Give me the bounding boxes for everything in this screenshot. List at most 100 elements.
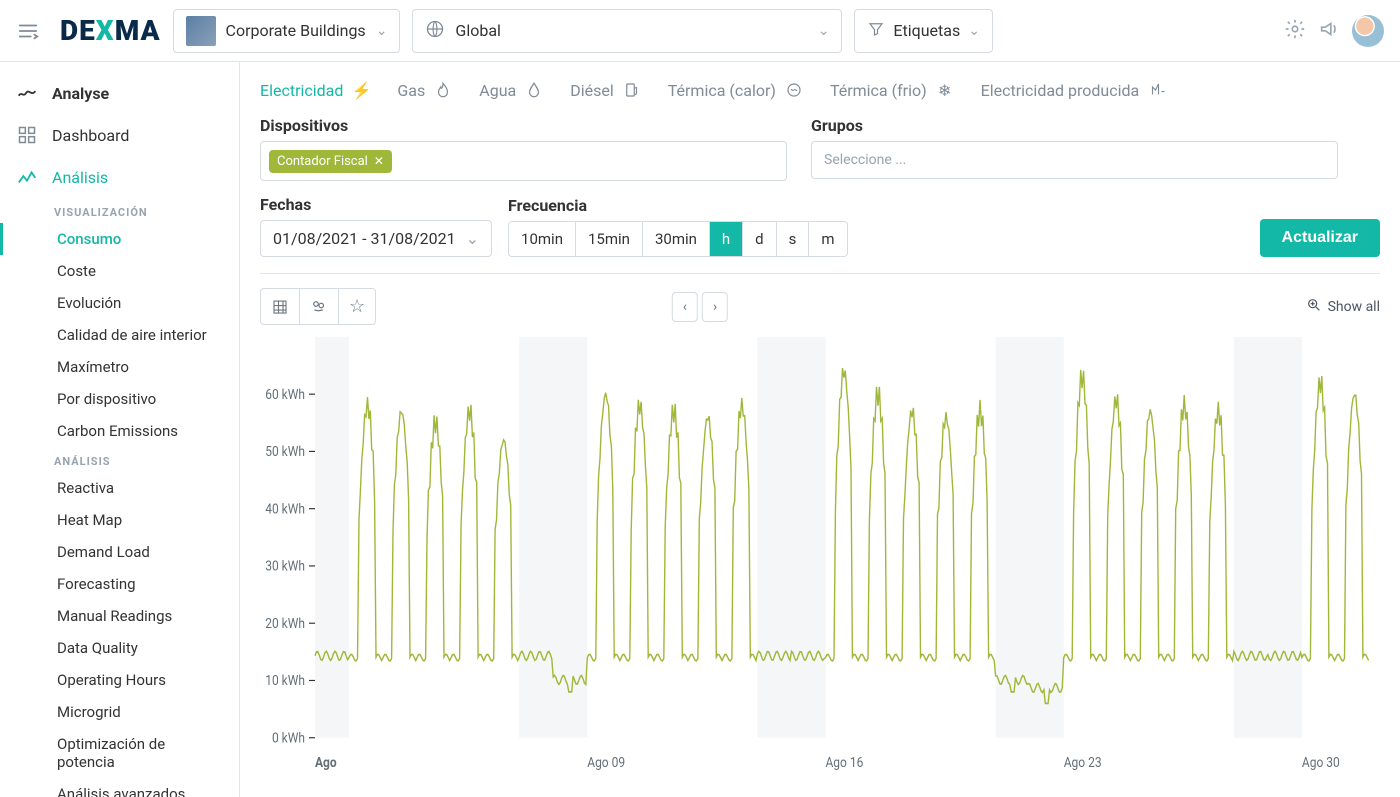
tags-label: Etiquetas	[893, 21, 960, 40]
tab-termica-calor[interactable]: Térmica (calor)	[668, 80, 804, 100]
sidebar-sub-microgrid[interactable]: Microgrid	[0, 696, 239, 728]
svg-text:Ago 09: Ago 09	[587, 755, 625, 771]
topbar: DEXMA Corporate Buildings ⌄ Global ⌄ Eti…	[0, 0, 1400, 62]
freq-s[interactable]: s	[777, 222, 810, 256]
svg-text:Ago 23: Ago 23	[1064, 755, 1102, 771]
chart-tool-group: ☆	[260, 288, 376, 325]
svg-text:30 kWh: 30 kWh	[265, 559, 305, 575]
building-label: Corporate Buildings	[226, 21, 366, 40]
share-icon[interactable]	[300, 289, 339, 324]
svg-text:Ago 16: Ago 16	[825, 755, 863, 771]
dispositivos-label: Dispositivos	[260, 116, 787, 135]
frecuencia-label: Frecuencia	[508, 196, 848, 215]
zoom-icon	[1306, 297, 1322, 317]
consumption-chart: 0 kWh10 kWh20 kWh30 kWh40 kWh50 kWh60 kW…	[260, 331, 1380, 779]
analyse-icon	[16, 82, 38, 104]
dispositivos-input[interactable]: Contador Fiscal ✕	[260, 141, 787, 181]
sidebar-sub-optimización-de-potencia[interactable]: Optimización de potencia	[0, 728, 239, 778]
svg-text:Ago: Ago	[315, 755, 337, 771]
freq-d[interactable]: d	[743, 222, 776, 256]
svg-text:60 kWh: 60 kWh	[265, 387, 305, 403]
fechas-label: Fechas	[260, 195, 492, 214]
globe-icon	[425, 19, 445, 43]
actualizar-button[interactable]: Actualizar	[1260, 219, 1380, 257]
svg-text:20 kWh: 20 kWh	[265, 616, 305, 632]
sidebar-sub-manual-readings[interactable]: Manual Readings	[0, 600, 239, 632]
building-thumb	[186, 16, 216, 46]
chart-nav: ‹ ›	[672, 292, 728, 322]
svg-text:50 kWh: 50 kWh	[265, 444, 305, 460]
menu-toggle-icon[interactable]	[16, 19, 40, 43]
ana-heading: ANÁLISIS	[0, 447, 239, 472]
freq-10min[interactable]: 10min	[509, 222, 576, 256]
grid-icon[interactable]	[261, 289, 300, 324]
content: Electricidad⚡ Gas Agua Diésel Térmica (c…	[240, 62, 1400, 797]
chevron-down-icon: ⌄	[376, 23, 388, 39]
settings-icon[interactable]	[1284, 18, 1306, 44]
chevron-down-icon: ⌄	[818, 23, 830, 39]
svg-text:Ago 30: Ago 30	[1302, 755, 1340, 771]
freq-15min[interactable]: 15min	[576, 222, 643, 256]
sidebar-analyse[interactable]: Analyse	[0, 72, 239, 114]
sidebar-sub-consumo[interactable]: Consumo	[0, 223, 239, 255]
freq-h[interactable]: h	[710, 222, 743, 256]
sidebar-sub-forecasting[interactable]: Forecasting	[0, 568, 239, 600]
tab-diesel[interactable]: Diésel	[570, 80, 642, 100]
fuel-icon	[622, 80, 642, 100]
tab-electricidad[interactable]: Electricidad⚡	[260, 80, 371, 100]
star-icon[interactable]: ☆	[339, 289, 375, 324]
drop-icon	[524, 80, 544, 100]
frequency-segmented: 10min15min30minhdsm	[508, 221, 848, 257]
sidebar-sub-heat-map[interactable]: Heat Map	[0, 504, 239, 536]
avatar[interactable]	[1352, 15, 1384, 47]
filter-icon	[867, 20, 885, 42]
chart-prev-button[interactable]: ‹	[672, 292, 698, 322]
tab-agua[interactable]: Agua	[479, 80, 544, 100]
prod-icon	[1147, 80, 1167, 100]
chevron-down-icon: ⌄	[968, 23, 980, 39]
sidebar-sub-carbon-emissions[interactable]: Carbon Emissions	[0, 415, 239, 447]
tab-termica-frio[interactable]: Térmica (frio)❄	[830, 80, 955, 100]
svg-text:0 kWh: 0 kWh	[272, 731, 305, 747]
scope-selector[interactable]: Global ⌄	[412, 9, 842, 53]
vis-heading: VISUALIZACIÓN	[0, 198, 239, 223]
freq-30min[interactable]: 30min	[643, 222, 710, 256]
chevron-down-icon: ⌄	[466, 229, 479, 248]
date-range-select[interactable]: 01/08/2021 - 31/08/2021 ⌄	[260, 220, 492, 257]
grupos-input[interactable]: Seleccione ...	[811, 141, 1338, 179]
snow-icon: ❄	[935, 80, 955, 100]
sidebar-sub-evolución[interactable]: Evolución	[0, 287, 239, 319]
logo: DEXMA	[60, 14, 161, 47]
sidebar-sub-maxímetro[interactable]: Maxímetro	[0, 351, 239, 383]
chip-close-icon[interactable]: ✕	[374, 154, 384, 168]
tags-selector[interactable]: Etiquetas ⌄	[854, 9, 993, 53]
tab-gas[interactable]: Gas	[397, 80, 453, 100]
sidebar-sub-por-dispositivo[interactable]: Por dispositivo	[0, 383, 239, 415]
scope-label: Global	[455, 21, 501, 40]
sidebar-sub-coste[interactable]: Coste	[0, 255, 239, 287]
sidebar-sub-calidad-de-aire-interior[interactable]: Calidad de aire interior	[0, 319, 239, 351]
svg-text:10 kWh: 10 kWh	[265, 673, 305, 689]
building-selector[interactable]: Corporate Buildings ⌄	[173, 9, 401, 53]
heat-icon	[784, 80, 804, 100]
show-all-button[interactable]: Show all	[1306, 297, 1380, 317]
sidebar-sub-operating-hours[interactable]: Operating Hours	[0, 664, 239, 696]
energy-tabs: Electricidad⚡ Gas Agua Diésel Térmica (c…	[260, 80, 1380, 100]
dispositivo-chip: Contador Fiscal ✕	[269, 150, 392, 173]
tab-electricidad-prod[interactable]: Electricidad producida	[981, 80, 1168, 100]
analisis-icon	[16, 166, 38, 188]
sidebar: Analyse Dashboard Análisis VISUALIZACIÓN…	[0, 62, 240, 797]
announce-icon[interactable]	[1318, 18, 1340, 44]
dashboard-icon	[16, 124, 38, 146]
grupos-label: Grupos	[811, 116, 1338, 135]
sidebar-dashboard[interactable]: Dashboard	[0, 114, 239, 156]
bolt-icon: ⚡	[351, 80, 371, 100]
sidebar-sub-análisis-avanzados[interactable]: Análisis avanzados	[0, 778, 239, 797]
sidebar-analisis[interactable]: Análisis	[0, 156, 239, 198]
freq-m[interactable]: m	[809, 222, 846, 256]
sidebar-sub-reactiva[interactable]: Reactiva	[0, 472, 239, 504]
sidebar-sub-demand-load[interactable]: Demand Load	[0, 536, 239, 568]
chart-next-button[interactable]: ›	[702, 292, 728, 322]
sidebar-sub-data-quality[interactable]: Data Quality	[0, 632, 239, 664]
flame-icon	[433, 80, 453, 100]
